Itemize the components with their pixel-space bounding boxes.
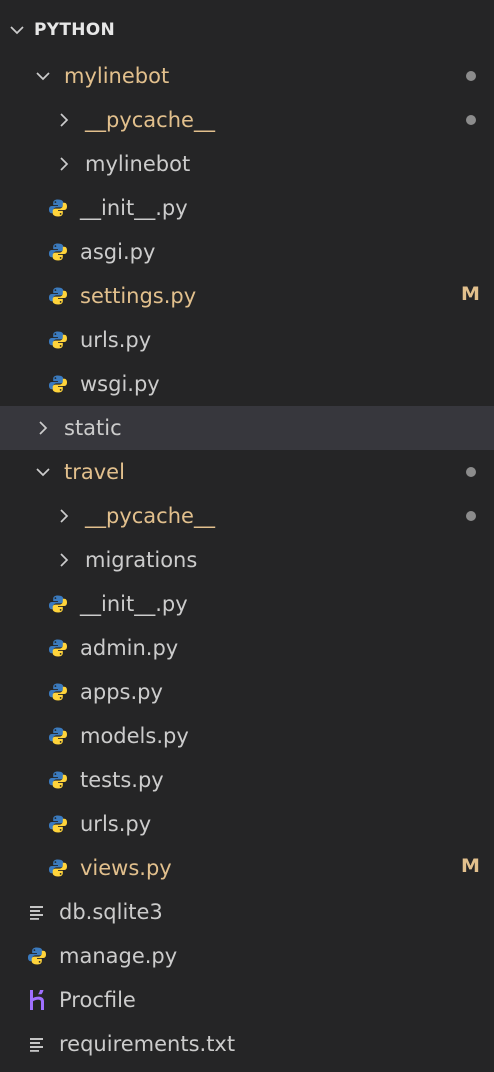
chevron-right-icon[interactable] <box>55 507 73 525</box>
modified-dot-icon <box>466 467 476 477</box>
modified-dot-icon <box>466 71 476 81</box>
item-label: __pycache__ <box>85 108 215 132</box>
file-item[interactable]: urls.py <box>0 802 494 846</box>
file-item[interactable]: views.py M <box>0 846 494 890</box>
chevron-right-icon[interactable] <box>55 111 73 129</box>
python-file-icon <box>47 857 69 879</box>
item-label: __init__.py <box>80 592 188 616</box>
file-item[interactable]: manage.py <box>0 934 494 978</box>
folder-item[interactable]: migrations <box>0 538 494 582</box>
item-label: __pycache__ <box>85 504 215 528</box>
folder-item[interactable]: __pycache__ <box>0 494 494 538</box>
modified-badge: M <box>461 283 480 305</box>
item-label: static <box>64 416 122 440</box>
python-file-icon <box>47 197 69 219</box>
python-file-icon <box>26 945 48 967</box>
item-label: wsgi.py <box>80 372 160 396</box>
modified-dot-icon <box>466 511 476 521</box>
item-label: travel <box>64 460 125 484</box>
file-item[interactable]: wsgi.py <box>0 362 494 406</box>
file-item[interactable]: tests.py <box>0 758 494 802</box>
folder-item[interactable]: static <box>0 406 494 450</box>
folder-item[interactable]: mylinebot <box>0 54 494 98</box>
heroku-icon <box>26 989 48 1011</box>
item-label: tests.py <box>80 768 164 792</box>
file-item[interactable]: db.sqlite3 <box>0 890 494 934</box>
item-label: mylinebot <box>64 64 170 88</box>
chevron-right-icon[interactable] <box>55 155 73 173</box>
item-label: db.sqlite3 <box>59 900 163 924</box>
item-label: requirements.txt <box>59 1032 236 1056</box>
text-file-icon <box>26 1033 48 1055</box>
chevron-right-icon[interactable] <box>55 551 73 569</box>
modified-dot-icon <box>466 115 476 125</box>
python-file-icon <box>47 725 69 747</box>
chevron-down-icon[interactable] <box>34 463 52 481</box>
item-label: models.py <box>80 724 189 748</box>
item-label: migrations <box>85 548 198 572</box>
item-label: admin.py <box>80 636 179 660</box>
item-label: manage.py <box>59 944 178 968</box>
file-item[interactable]: __init__.py <box>0 582 494 626</box>
item-label: asgi.py <box>80 240 156 264</box>
python-file-icon <box>47 813 69 835</box>
folder-item[interactable]: mylinebot <box>0 142 494 186</box>
item-label: urls.py <box>80 328 152 352</box>
python-file-icon <box>47 373 69 395</box>
file-item[interactable]: asgi.py <box>0 230 494 274</box>
file-item[interactable]: __init__.py <box>0 186 494 230</box>
file-item[interactable]: settings.py M <box>0 274 494 318</box>
file-item[interactable]: urls.py <box>0 318 494 362</box>
item-label: apps.py <box>80 680 163 704</box>
python-file-icon <box>47 681 69 703</box>
chevron-right-icon[interactable] <box>34 419 52 437</box>
chevron-down-icon[interactable] <box>34 67 52 85</box>
file-item[interactable]: apps.py <box>0 670 494 714</box>
item-label: urls.py <box>80 812 152 836</box>
python-file-icon <box>47 637 69 659</box>
file-item[interactable]: requirements.txt <box>0 1022 494 1066</box>
python-file-icon <box>47 285 69 307</box>
file-item[interactable]: Procfile <box>0 978 494 1022</box>
file-explorer: PYTHON mylinebot __pycache__ mylinebot __in… <box>0 0 494 1072</box>
folder-item[interactable]: __pycache__ <box>0 98 494 142</box>
section-title: PYTHON <box>34 20 116 40</box>
python-file-icon <box>47 593 69 615</box>
modified-badge: M <box>461 855 480 877</box>
item-label: settings.py <box>80 284 197 308</box>
item-label: Procfile <box>59 988 136 1012</box>
item-label: __init__.py <box>80 196 188 220</box>
file-item[interactable]: models.py <box>0 714 494 758</box>
python-file-icon <box>47 241 69 263</box>
python-file-icon <box>47 329 69 351</box>
file-item[interactable]: admin.py <box>0 626 494 670</box>
chevron-down-icon <box>8 21 26 39</box>
explorer-section-header[interactable]: PYTHON <box>0 10 494 50</box>
text-file-icon <box>26 901 48 923</box>
python-file-icon <box>47 769 69 791</box>
item-label: views.py <box>80 856 172 880</box>
folder-item[interactable]: travel <box>0 450 494 494</box>
item-label: mylinebot <box>85 152 191 176</box>
